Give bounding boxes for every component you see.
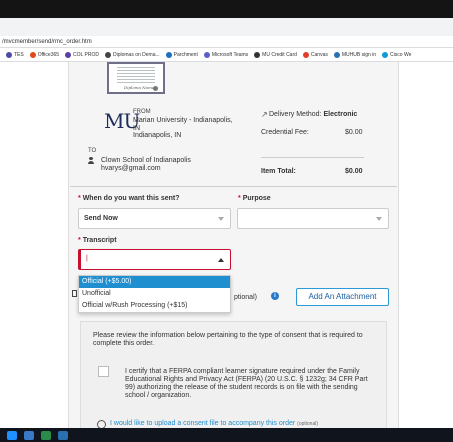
diploma-text-lines [117, 67, 155, 83]
credential-fee-label: Credential Fee: [261, 129, 309, 136]
paperclip-icon [72, 290, 77, 297]
section-divider [70, 186, 397, 187]
from-name: Marian University - Indianapolis, [133, 117, 233, 124]
bookmark-icon [254, 51, 261, 58]
purpose-label: * Purpose [238, 195, 271, 202]
optional-text: ptional) [234, 294, 257, 301]
transcript-select-value: | [86, 255, 88, 262]
bookmark-item[interactable]: Diplomas on Dema... [104, 51, 160, 58]
dropdown-option[interactable]: Official w/Rush Processing (+$15) [79, 300, 230, 312]
upload-consent-link[interactable]: I would like to upload a consent file to… [110, 420, 318, 428]
chevron-down-icon [376, 217, 382, 221]
ferpa-checkbox[interactable] [98, 366, 109, 377]
bookmark-label: Diplomas on Dema... [112, 51, 160, 58]
transcript-label: * Transcript [78, 237, 117, 244]
bookmark-item[interactable]: Cisco We [382, 51, 412, 58]
when-select-value: Send Now [84, 215, 118, 222]
delivery-method-value: Electronic [323, 111, 358, 118]
when-select[interactable]: Send Now [78, 208, 231, 229]
bookmark-icon [6, 51, 12, 58]
delivery-icon: ↗ [261, 110, 268, 119]
upload-link-text: I would like to upload a consent file to… [110, 420, 296, 427]
bookmark-icon [65, 51, 72, 58]
bookmark-icon [203, 51, 210, 58]
bookmark-label: Microsoft Teams [211, 51, 249, 58]
bookmark-icon [165, 51, 172, 58]
transcript-dropdown-list: Official (+$5.00) Unofficial Official w/… [78, 275, 231, 313]
spreadsheet-icon[interactable] [41, 430, 51, 440]
bookmark-icon [333, 51, 340, 58]
bookmark-label: MUHUB sign in [341, 51, 377, 58]
bookmark-item[interactable]: Microsoft Teams [203, 51, 249, 58]
when-label-text: When do you want this sent? [82, 195, 180, 202]
bookmark-icon [302, 51, 309, 58]
info-icon[interactable]: i [271, 292, 279, 300]
item-total-label: Item Total: [261, 168, 296, 175]
ferpa-text: I certify that a FERPA compliant learner… [125, 368, 368, 399]
to-email: hvarys@gmail.com [101, 165, 161, 172]
to-name: Clown School of Indianapolis [101, 157, 191, 164]
when-label: * When do you want this sent? [78, 195, 180, 202]
browser-icon[interactable] [24, 430, 34, 440]
app-icon[interactable] [58, 430, 68, 440]
bookmark-label: Parchment [173, 51, 198, 58]
diploma-seal-icon [153, 86, 158, 91]
dropdown-option[interactable]: Official (+$5.00) [79, 276, 230, 288]
bookmark-label: Cisco We [390, 51, 412, 58]
bookmark-label: MU Credit Card [262, 51, 297, 58]
bookmark-icon [104, 51, 111, 58]
bookmark-label: Office365 [37, 51, 60, 58]
chevron-up-icon [218, 258, 224, 262]
screen-top-bar [0, 0, 453, 18]
bookmark-label: Canvas [310, 51, 328, 58]
chevron-down-icon [218, 217, 224, 221]
bookmark-icon [382, 51, 389, 58]
transcript-label-text: Transcript [82, 237, 117, 244]
add-attachment-button[interactable]: Add An Attachment [296, 288, 389, 306]
bookmark-icon [29, 51, 36, 58]
bookmark-item[interactable]: MU Credit Card [254, 51, 297, 58]
address-bar[interactable]: /mvcmember/send/rmc_order.htm [0, 36, 453, 48]
person-icon [88, 157, 94, 164]
taskbar [0, 428, 453, 442]
from-city: Indianapolis, IN [133, 132, 182, 139]
consent-intro: Please review the information below pert… [93, 332, 363, 347]
bookmark-item[interactable]: COL PROD [65, 51, 99, 58]
from-label: FROM [133, 109, 151, 115]
item-total-value: $0.00 [345, 168, 363, 175]
delivery-method-label: Delivery Method: [269, 111, 322, 118]
divider [261, 157, 364, 158]
consent-section: Please review the information below pert… [80, 321, 387, 428]
bookmark-label: COL PROD [73, 51, 99, 58]
bookmark-label: TES [14, 51, 24, 58]
to-label: TO [88, 148, 97, 154]
diploma-signature: Diploma Name [124, 85, 155, 90]
bookmark-item[interactable]: Office365 [29, 51, 60, 58]
page-content: Diploma Name MU FROM Marian University -… [0, 62, 453, 428]
bookmark-item[interactable]: TES [6, 51, 24, 58]
purpose-select[interactable] [237, 208, 389, 229]
bookmark-item[interactable]: MUHUB sign in [333, 51, 377, 58]
start-icon[interactable] [7, 430, 17, 440]
bookmarks-bar: TES Office365 COL PROD Diplomas on Dema... P… [0, 48, 453, 62]
bookmark-item[interactable]: Canvas [302, 51, 328, 58]
credential-fee-value: $0.00 [345, 129, 363, 136]
delivery-method: Delivery Method: Electronic [269, 111, 357, 119]
dropdown-option[interactable]: Unofficial [79, 288, 230, 300]
browser-tab-strip [0, 18, 453, 36]
upload-icon [97, 420, 106, 428]
diploma-preview: Diploma Name [107, 62, 165, 94]
transcript-select[interactable]: | [78, 249, 231, 270]
upload-optional-text: (optional) [297, 421, 319, 427]
bookmark-item[interactable]: Parchment [165, 51, 198, 58]
purpose-label-text: Purpose [242, 195, 271, 202]
